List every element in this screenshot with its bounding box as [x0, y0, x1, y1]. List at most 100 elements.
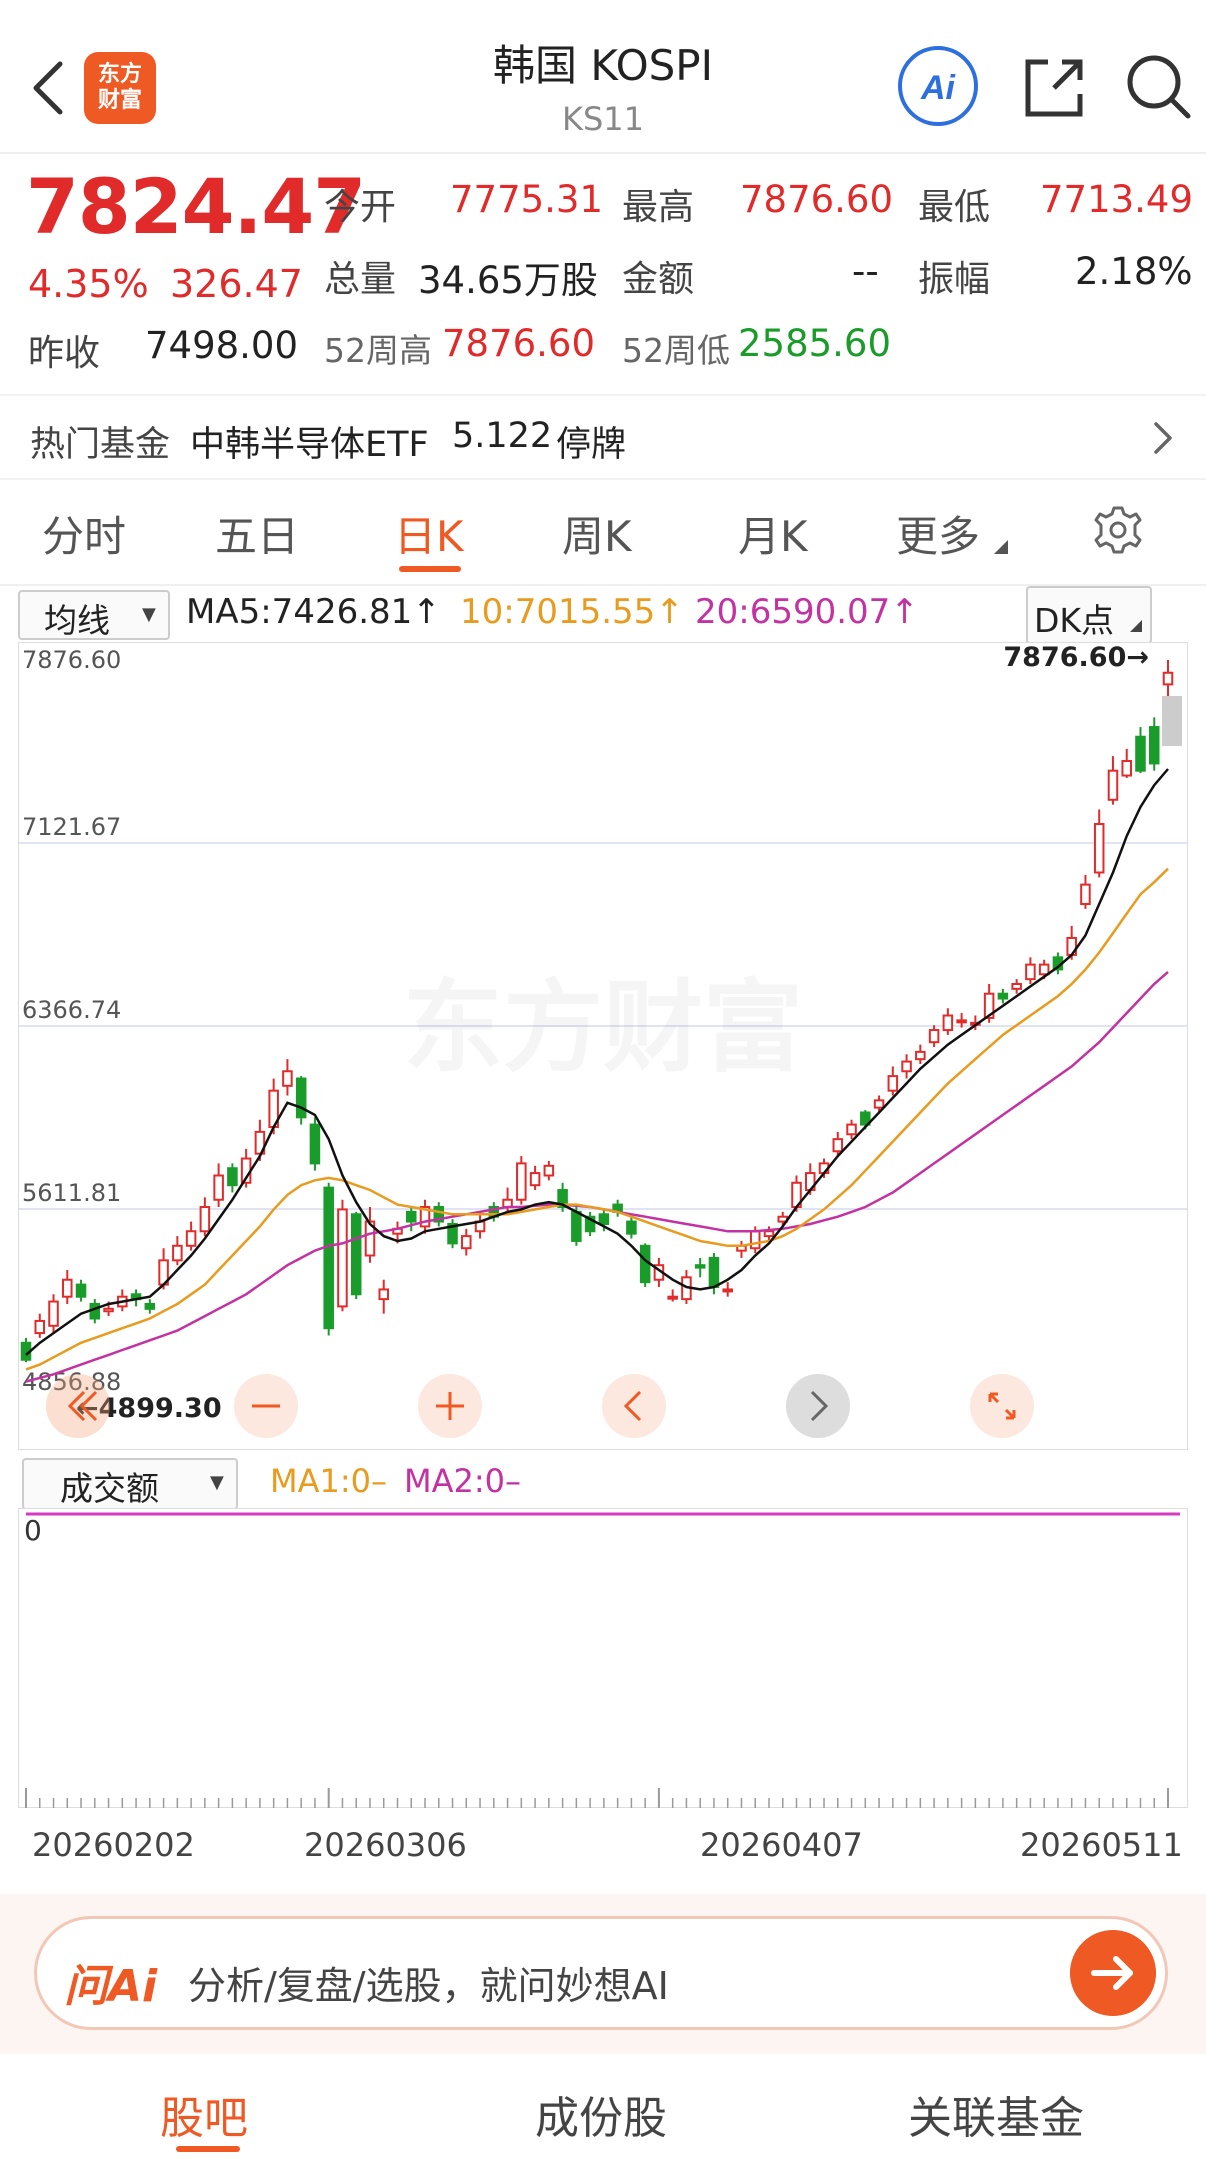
volume-label: 总量 [324, 259, 397, 300]
candle-body [1093, 823, 1105, 874]
active-tab-indicator [399, 566, 461, 572]
tab-intraday[interactable]: 分时 [42, 503, 126, 564]
hot-fund-label: 热门基金 [30, 425, 171, 465]
high-label: 最高 [622, 187, 695, 228]
candle-body [34, 1319, 46, 1335]
next-button[interactable] [786, 1374, 850, 1438]
date-label: 20260306 [304, 1826, 467, 1864]
low-value: 7713.49 [1040, 178, 1194, 221]
candle-body [1025, 963, 1036, 981]
share-icon[interactable] [1018, 52, 1090, 124]
open-label: 今开 [324, 187, 397, 228]
logo-line-2: 财富 [97, 88, 142, 113]
candle-body [199, 1206, 211, 1233]
candle-body [1162, 671, 1174, 686]
tab-monthly-k[interactable]: 月K [738, 503, 808, 564]
candle-body [763, 1230, 775, 1238]
ma20-value: 20:6590.07↑ [695, 592, 919, 632]
tab-constituents[interactable]: 成份股 [535, 2082, 667, 2146]
candle-body [516, 1162, 527, 1201]
collapse-button[interactable] [46, 1374, 110, 1438]
candle-body [543, 1164, 555, 1177]
candle-body [928, 1029, 940, 1044]
amount-label: 金额 [622, 259, 695, 300]
active-tab-indicator [176, 2146, 240, 2152]
candle-body [1107, 769, 1119, 801]
candle-body [144, 1302, 156, 1310]
tab-related-funds[interactable]: 关联基金 [908, 2082, 1084, 2146]
last-price: 7824.47 [26, 162, 366, 251]
candle-body [1038, 963, 1050, 976]
zoom-in-button[interactable] [418, 1374, 482, 1438]
candle-body [1080, 883, 1091, 906]
high-value: 7876.60 [740, 178, 894, 221]
week52-low-value: 2585.60 [738, 322, 892, 365]
candle-body [103, 1307, 114, 1313]
candle-body [337, 1208, 348, 1308]
tab-weekly-k[interactable]: 周K [562, 503, 632, 564]
candle-body [48, 1300, 59, 1327]
y-tick-label: 6366.74 [22, 996, 121, 1024]
volume-value: 34.65万股 [418, 259, 598, 302]
divider [0, 478, 1206, 480]
watermark: 东方财富 [403, 969, 803, 1086]
prev-button[interactable] [602, 1374, 666, 1438]
prev-close-label: 昨收 [28, 333, 101, 374]
arrow-right-icon[interactable] [1070, 1930, 1156, 2016]
tab-more[interactable]: 更多 [896, 503, 980, 564]
candlestick-chart[interactable]: 东方财富 7876.607121.676366.745611.814856.88… [18, 642, 1188, 1450]
candle-body [295, 1077, 307, 1119]
fullscreen-button[interactable] [970, 1374, 1034, 1438]
divider [0, 152, 1206, 154]
week52-high-label: 52周高 [324, 331, 432, 370]
volume-chart[interactable] [18, 1508, 1188, 1808]
candle-body [901, 1060, 912, 1073]
logo-line-1: 东方 [97, 62, 142, 87]
candle-body [529, 1172, 541, 1187]
candle-body [956, 1019, 967, 1024]
candle-body [309, 1123, 321, 1165]
chevron-right-icon[interactable] [1148, 418, 1178, 458]
candle-body [350, 1213, 362, 1296]
candle-body [1148, 726, 1160, 765]
candle-body [667, 1295, 678, 1300]
date-label: 20260407 [700, 1826, 863, 1864]
candle-body [172, 1244, 183, 1262]
amplitude-value: 2.18% [1075, 250, 1193, 293]
search-icon[interactable] [1122, 50, 1194, 122]
gear-icon[interactable] [1092, 504, 1144, 556]
volume-zero-label: 0 [24, 1514, 42, 1547]
candle-body [213, 1174, 224, 1201]
ai-icon[interactable]: Ai [896, 44, 980, 128]
hot-fund-value: 5.122 [452, 416, 553, 456]
week52-low-label: 52周低 [622, 331, 730, 370]
candle-body [378, 1288, 390, 1301]
candle-body [282, 1070, 293, 1087]
candle-body [1135, 735, 1146, 772]
volume-ma2: MA2:0– [404, 1462, 521, 1500]
candle-body [323, 1186, 334, 1330]
dropdown-caret-icon: ▼ [210, 1472, 224, 1493]
tab-guba[interactable]: 股吧 [160, 2082, 248, 2146]
ma-selector-label: 均线 [44, 601, 110, 640]
candle-body [639, 1244, 651, 1284]
max-marker: 7876.60→ [1003, 642, 1149, 673]
candle-body [694, 1264, 706, 1269]
divider [0, 584, 1206, 586]
candle-body [708, 1256, 720, 1289]
ma10-value: 10:7015.55↑ [460, 592, 684, 632]
tab-daily-k[interactable]: 日K [394, 503, 464, 564]
candle-body [749, 1230, 761, 1250]
candle-body [942, 1014, 954, 1032]
zoom-out-button[interactable] [234, 1374, 298, 1438]
corner-caret-icon [1130, 620, 1142, 632]
tab-five-day[interactable]: 五日 [215, 503, 299, 564]
candle-body [873, 1099, 885, 1109]
candle-body [75, 1283, 87, 1298]
y-tick-label: 5611.81 [22, 1179, 121, 1207]
back-icon[interactable] [28, 58, 68, 118]
y-tick-label: 7121.67 [22, 813, 121, 841]
ai-search-placeholder[interactable]: 分析/复盘/选股，就问妙想AI [188, 1955, 669, 2010]
low-label: 最低 [918, 187, 991, 228]
scroll-indicator[interactable] [1162, 696, 1182, 746]
